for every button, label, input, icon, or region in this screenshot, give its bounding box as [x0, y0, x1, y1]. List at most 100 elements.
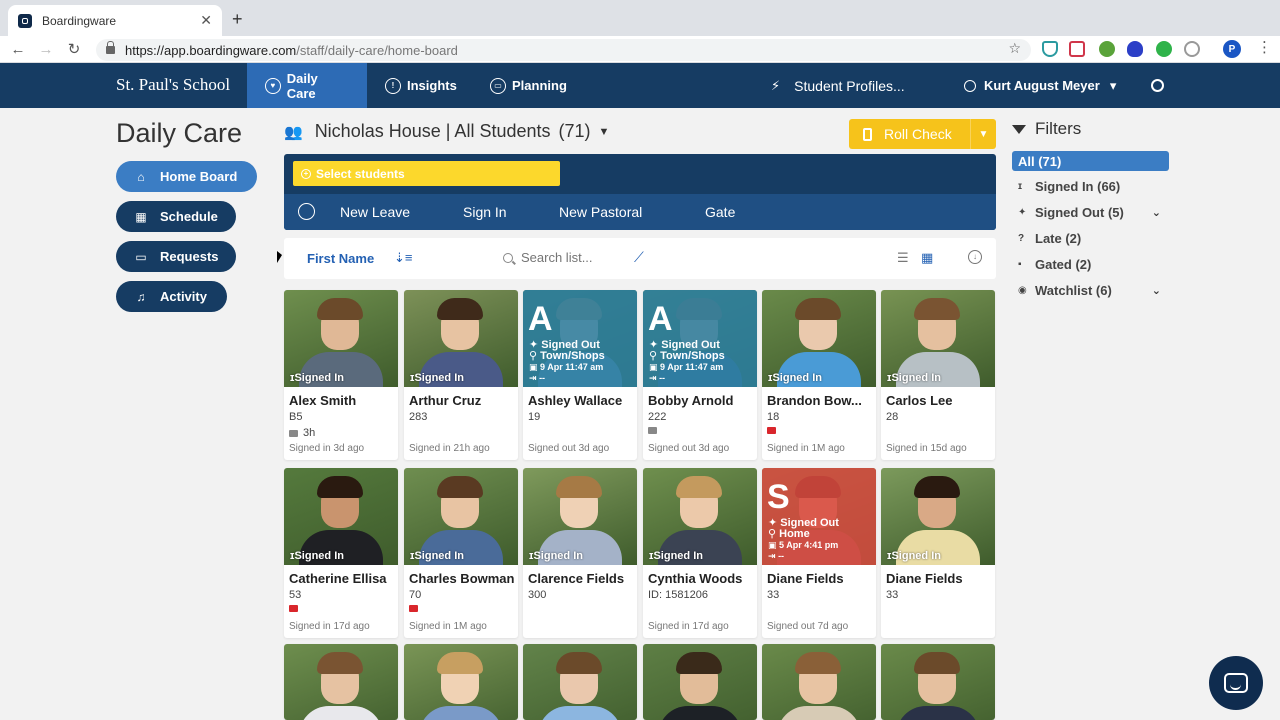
student-photo[interactable]: A ✦ Signed Out ⚲ Town/Shops ▣ 9 Apr 11:4…: [643, 290, 757, 387]
select-all-radio[interactable]: [298, 203, 315, 220]
student-card[interactable]: [762, 644, 876, 720]
student-photo[interactable]: ɪSigned In: [881, 290, 995, 387]
list-view-icon[interactable]: ☰: [897, 250, 909, 266]
select-students-button[interactable]: + Select students: [293, 161, 560, 186]
roll-check-main[interactable]: Roll Check: [849, 126, 970, 142]
user-menu[interactable]: Kurt August Meyer ▾: [964, 63, 1116, 108]
student-card[interactable]: ɪSigned In Brandon Bow... 18 Signed in 1M…: [762, 290, 876, 460]
student-photo[interactable]: A ✦ Signed Out ⚲ Town/Shops ▣ 9 Apr 11:4…: [523, 290, 637, 387]
forward-arrow-icon[interactable]: →: [32, 41, 60, 58]
sidebar-item-activity[interactable]: ♫ Activity: [116, 281, 227, 312]
gate-button[interactable]: Gate: [705, 204, 735, 220]
roll-check-button[interactable]: Roll Check ▼: [849, 119, 996, 149]
student-photo[interactable]: ɪSigned In: [404, 468, 518, 565]
student-photo[interactable]: [404, 644, 518, 720]
student-photo[interactable]: ɪSigned In: [284, 468, 398, 565]
student-name[interactable]: Diane Fields: [886, 571, 994, 586]
student-photo[interactable]: ɪSigned In: [284, 290, 398, 387]
privacy-badger-icon[interactable]: [1127, 41, 1143, 57]
student-photo[interactable]: S ✦ Signed Out ⚲ Home ▣ 5 Apr 4:41 pm ⇥ …: [762, 468, 876, 565]
search-list[interactable]: [503, 250, 631, 265]
cross-icon[interactable]: [1069, 41, 1085, 57]
filter-item[interactable]: ▪ Gated (2): [1012, 254, 1169, 274]
student-name[interactable]: Charles Bowman: [409, 571, 517, 586]
chevron-down-icon[interactable]: ⌄: [1152, 206, 1161, 219]
student-name[interactable]: Diane Fields: [767, 571, 875, 586]
student-name[interactable]: Alex Smith: [289, 393, 397, 408]
student-name[interactable]: Clarence Fields: [528, 571, 636, 586]
student-card[interactable]: ɪSigned In Cynthia Woods ID: 1581206 Sign…: [643, 468, 757, 638]
settings-icon[interactable]: [1151, 79, 1164, 92]
student-card[interactable]: ɪSigned In Carlos Lee 28 Signed in 15d ag…: [881, 290, 995, 460]
student-photo[interactable]: [881, 644, 995, 720]
student-name[interactable]: Cynthia Woods: [648, 571, 756, 586]
student-photo[interactable]: ɪSigned In: [523, 468, 637, 565]
browser-menu-icon[interactable]: ⋮: [1257, 38, 1272, 56]
nav-planning[interactable]: ▭ Planning: [472, 63, 585, 108]
new-pastoral-button[interactable]: New Pastoral: [559, 204, 642, 220]
bookmark-star-icon[interactable]: ☆: [1008, 40, 1021, 57]
student-card[interactable]: ɪSigned In Alex Smith B5 3h Signed in 3d …: [284, 290, 398, 460]
robot-icon[interactable]: [1099, 41, 1115, 57]
student-photo[interactable]: [284, 644, 398, 720]
student-photo[interactable]: ɪSigned In: [762, 290, 876, 387]
download-icon[interactable]: ↓: [968, 250, 982, 264]
house-selector[interactable]: 👥 Nicholas House | All Students (71) ▼: [284, 121, 609, 142]
student-name[interactable]: Catherine Ellisa: [289, 571, 397, 586]
school-name[interactable]: St. Paul's School: [116, 75, 230, 95]
profile-avatar[interactable]: P: [1223, 40, 1241, 58]
reload-icon[interactable]: ↻: [60, 40, 88, 58]
student-card[interactable]: ɪSigned In Clarence Fields 300: [523, 468, 637, 638]
roll-check-dropdown-icon[interactable]: ▼: [970, 119, 996, 149]
filter-item[interactable]: ✦ Signed Out (5) ⌄: [1012, 203, 1169, 223]
back-arrow-icon[interactable]: ←: [4, 41, 32, 58]
filter-item[interactable]: ? Late (2): [1012, 228, 1169, 248]
student-card[interactable]: ɪSigned In Diane Fields 33: [881, 468, 995, 638]
student-card[interactable]: ɪSigned In Arthur Cruz 283 Signed in 21h …: [404, 290, 518, 460]
student-photo[interactable]: [762, 644, 876, 720]
browser-tab[interactable]: Boardingware ✕: [8, 5, 222, 36]
pin-filter-icon[interactable]: ⟋: [634, 249, 644, 266]
student-profiles-search[interactable]: ⚡ Student Profiles...: [771, 63, 905, 108]
student-card[interactable]: A ✦ Signed Out ⚲ Town/Shops ▣ 9 Apr 11:4…: [643, 290, 757, 460]
grid-view-icon[interactable]: ▦: [921, 250, 933, 266]
student-card[interactable]: A ✦ Signed Out ⚲ Town/Shops ▣ 9 Apr 11:4…: [523, 290, 637, 460]
close-tab-icon[interactable]: ✕: [200, 12, 212, 29]
student-photo[interactable]: [643, 644, 757, 720]
nav-insights[interactable]: ! Insights: [367, 63, 475, 108]
student-name[interactable]: Carlos Lee: [886, 393, 994, 408]
student-name[interactable]: Brandon Bow...: [767, 393, 875, 408]
student-name[interactable]: Ashley Wallace: [528, 393, 636, 408]
student-photo[interactable]: [523, 644, 637, 720]
shield-icon[interactable]: [1042, 41, 1058, 57]
student-card[interactable]: [284, 644, 398, 720]
sign-in-button[interactable]: Sign In: [463, 204, 507, 220]
chat-launcher-button[interactable]: [1209, 656, 1263, 710]
filter-item[interactable]: All (71): [1012, 151, 1169, 171]
sidebar-item-requests[interactable]: ▭ Requests: [116, 241, 236, 272]
student-photo[interactable]: ɪSigned In: [643, 468, 757, 565]
refresh-icon[interactable]: [1184, 41, 1200, 57]
student-photo[interactable]: ɪSigned In: [881, 468, 995, 565]
student-card[interactable]: [643, 644, 757, 720]
evernote-icon[interactable]: [1156, 41, 1172, 57]
student-card[interactable]: [881, 644, 995, 720]
sort-first-name[interactable]: First Name: [307, 251, 374, 266]
student-card[interactable]: ɪSigned In Catherine Ellisa 53 Signed in …: [284, 468, 398, 638]
address-bar[interactable]: https://app.boardingware.com/staff/daily…: [96, 39, 1031, 61]
student-name[interactable]: Bobby Arnold: [648, 393, 756, 408]
student-card[interactable]: [523, 644, 637, 720]
new-tab-button[interactable]: +: [232, 9, 243, 30]
search-input[interactable]: [521, 250, 631, 265]
student-card[interactable]: ɪSigned In Charles Bowman 70 Signed in 1M…: [404, 468, 518, 638]
new-leave-button[interactable]: New Leave: [340, 204, 410, 220]
sort-ascending-icon[interactable]: ⇣≡: [394, 250, 412, 266]
student-photo[interactable]: ɪSigned In: [404, 290, 518, 387]
filter-item[interactable]: ◉ Watchlist (6) ⌄: [1012, 280, 1169, 300]
sidebar-item-home-board[interactable]: ⌂ Home Board: [116, 161, 257, 192]
nav-daily-care[interactable]: ♥ Daily Care: [247, 63, 367, 108]
student-name[interactable]: Arthur Cruz: [409, 393, 517, 408]
sidebar-item-schedule[interactable]: ▦ Schedule: [116, 201, 236, 232]
student-card[interactable]: [404, 644, 518, 720]
filter-item[interactable]: ɪ Signed In (66): [1012, 177, 1169, 197]
